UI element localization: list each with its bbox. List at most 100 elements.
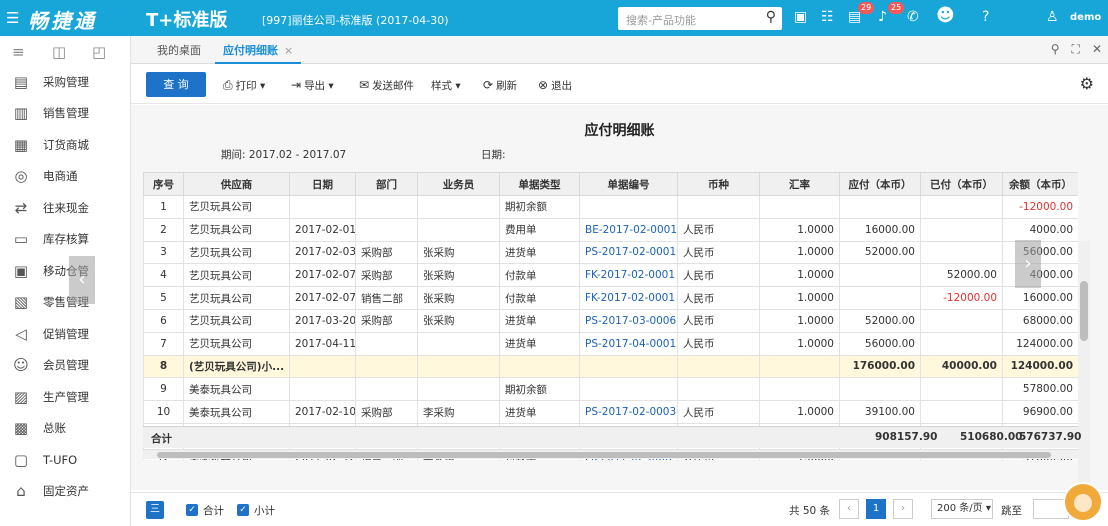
sidebar-item[interactable]: ▨ 生产管理 xyxy=(0,381,130,413)
exit-button[interactable]: ⊗ 退出 xyxy=(538,78,572,93)
table-cell: 期初余额 xyxy=(499,195,580,219)
prev-page-button[interactable]: ‹ xyxy=(839,499,859,519)
search-icon[interactable]: ⚲ xyxy=(1051,42,1060,56)
sidebar-item[interactable]: ◁ 促销管理 xyxy=(0,318,130,350)
table-cell: 人民币 xyxy=(677,331,760,356)
calculator-icon[interactable]: ▣ xyxy=(794,9,807,25)
table-cell: 进货单 xyxy=(499,240,580,265)
style-button[interactable]: 样式 ▾ xyxy=(431,78,461,93)
page-size-select[interactable]: 200 条/页 ▾ xyxy=(931,499,993,519)
table-cell xyxy=(579,377,678,402)
tab-desktop[interactable]: 我的桌面 xyxy=(149,36,209,64)
column-header[interactable]: 序号 xyxy=(143,172,184,196)
column-header[interactable]: 单据类型 xyxy=(499,172,580,196)
send-mail-button[interactable]: ✉ 发送邮件 xyxy=(359,78,414,93)
phone-icon[interactable]: ✆ xyxy=(907,9,919,25)
table-cell: 176000.00 xyxy=(839,354,921,379)
print-button[interactable]: ⎙ 打印 ▾ xyxy=(223,78,265,93)
table-row[interactable]: 8 (艺贝玩具公司)小... 176000.00 40000.00 124000.00 xyxy=(143,354,1078,379)
table-cell: 52000.00 xyxy=(839,308,921,333)
table-cell: 39100.00 xyxy=(839,400,921,424)
sidebar-item[interactable]: ☺ 会员管理 xyxy=(0,350,130,382)
column-header[interactable]: 单据编号 xyxy=(579,172,678,196)
column-header[interactable]: 日期 xyxy=(289,172,356,196)
column-header[interactable]: 供应商 xyxy=(183,172,290,196)
column-header[interactable]: 汇率 xyxy=(759,172,840,196)
table-cell: 人民币 xyxy=(677,217,760,242)
horizontal-scrollbar[interactable] xyxy=(143,449,1078,459)
search-icon[interactable]: ⚲ xyxy=(766,9,776,25)
username[interactable]: demo xyxy=(1070,12,1101,23)
scroll-thumb[interactable] xyxy=(1080,281,1088,341)
sidebar-item-label: 固定资产 xyxy=(43,484,89,499)
list-icon[interactable]: ☷ xyxy=(821,9,834,25)
collapse-icon[interactable]: ≡ xyxy=(12,43,25,61)
sidebar-item[interactable]: ▥ 销售管理 xyxy=(0,98,130,130)
mascot-icon[interactable] xyxy=(1063,482,1103,522)
export-button[interactable]: ⇥ 导出 ▾ xyxy=(291,78,334,93)
sidebar-item[interactable]: ▦ 订货商城 xyxy=(0,129,130,161)
table-cell: 40000.00 xyxy=(920,354,1003,379)
sidebar-item[interactable]: ▣ 移动仓管 xyxy=(0,255,130,287)
page-button[interactable]: 1 xyxy=(866,499,886,519)
column-header[interactable]: 应付（本币） xyxy=(839,172,921,196)
hscroll-thumb[interactable] xyxy=(157,452,1051,458)
table-cell: 2017-03-20 xyxy=(289,308,356,333)
column-header[interactable]: 余额（本币） xyxy=(1002,172,1078,196)
sidebar-item[interactable]: ◎ 电商通 xyxy=(0,161,130,193)
ledger-icon: ▩ xyxy=(13,419,29,438)
total-row: 合计 908157.90 510680.00 576737.90 xyxy=(143,426,1081,448)
table-row[interactable]: 6 艺贝玩具公司 2017-03-20 采购部 张采购 进货单 PS-2017-03-000… xyxy=(143,308,1078,333)
subtotal-checkbox[interactable]: ✓ xyxy=(237,504,249,516)
table-row[interactable]: 5 艺贝玩具公司 2017-02-07 销售二部 张采购 付款单 FK-2017-02-00… xyxy=(143,286,1078,310)
search-input[interactable]: 搜索-产品功能 xyxy=(626,12,696,28)
search-menu-icon[interactable]: ◫ xyxy=(52,43,66,61)
table-cell xyxy=(355,331,418,356)
prev-arrow[interactable]: ‹ xyxy=(69,256,95,304)
table-cell: -12000.00 xyxy=(1002,195,1078,219)
help-icon[interactable]: ? xyxy=(982,9,989,25)
table-cell: 52000.00 xyxy=(920,263,1003,288)
next-arrow[interactable]: › xyxy=(1015,240,1041,288)
column-header[interactable]: 已付（本币） xyxy=(920,172,1003,196)
table-row[interactable]: 1 艺贝玩具公司 期初余额 -12000.00 xyxy=(143,195,1078,219)
table-row[interactable]: 7 艺贝玩具公司 2017-04-11 进货单 PS-2017-04-0001 人民币 1.… xyxy=(143,331,1078,356)
table-row[interactable]: 10 美泰玩具公司 2017-02-10 采购部 李采购 进货单 PS-2017-02-00… xyxy=(143,400,1078,424)
table-cell: 艺贝玩具公司 xyxy=(183,263,290,288)
mascot-icon[interactable]: ☻ xyxy=(936,5,955,26)
table-row[interactable]: 2 艺贝玩具公司 2017-02-01 费用单 BE-2017-02-0001 人民币 1.… xyxy=(143,217,1078,242)
table-cell xyxy=(920,400,1003,424)
close-icon[interactable]: × xyxy=(284,44,293,57)
refresh-button[interactable]: ⟳ 刷新 xyxy=(483,78,517,93)
fullscreen-icon[interactable]: ⛶ xyxy=(1072,42,1080,56)
sidebar-item[interactable]: ▭ 库存核算 xyxy=(0,224,130,256)
column-header[interactable]: 部门 xyxy=(355,172,418,196)
table-row[interactable]: 4 艺贝玩具公司 2017-02-07 采购部 张采购 付款单 FK-2017-02-000… xyxy=(143,263,1078,288)
favorite-icon[interactable]: ◰ xyxy=(92,43,106,61)
search-box[interactable]: 搜索-产品功能 ⚲ xyxy=(618,7,782,30)
close-window-icon[interactable]: ✕ xyxy=(1092,42,1102,56)
notification-icon[interactable]: ♪ xyxy=(878,9,887,25)
column-header[interactable]: 业务员 xyxy=(417,172,500,196)
table-row[interactable]: 9 美泰玩具公司 期初余额 57800.00 xyxy=(143,377,1078,402)
query-button[interactable]: 查 询 xyxy=(146,72,206,97)
total-checkbox[interactable]: ✓ xyxy=(186,504,198,516)
user-icon[interactable]: ♙ xyxy=(1046,9,1059,25)
table-cell: 1.0000 xyxy=(759,263,840,288)
menu-icon[interactable]: ☰ xyxy=(6,9,19,27)
table-row[interactable]: 3 艺贝玩具公司 2017-02-03 采购部 张采购 进货单 PS-2017-02-000… xyxy=(143,240,1078,265)
sidebar-item[interactable]: ⌂ 固定资产 xyxy=(0,476,130,508)
main-area: 我的桌面 应付明细账 × ⚲ ⛶ ✕ 查 询 ⎙ 打印 ▾ ⇥ 导出 ▾ ✉ 发送邮件 样式… xyxy=(69,36,1108,526)
sidebar-item[interactable]: ▧ 零售管理 xyxy=(0,287,130,319)
gear-icon[interactable]: ⚙ xyxy=(1080,74,1094,93)
column-settings-icon[interactable]: 三 xyxy=(146,501,164,519)
tab-payable-detail[interactable]: 应付明细账 × xyxy=(215,36,302,64)
sidebar-item[interactable]: ▤ 采购管理 xyxy=(0,66,130,98)
sidebar-item[interactable]: ▩ 总账 xyxy=(0,413,130,445)
column-header[interactable]: 币种 xyxy=(677,172,760,196)
next-page-button[interactable]: › xyxy=(893,499,913,519)
sidebar-item-label: 库存核算 xyxy=(43,232,89,247)
sidebar-item[interactable]: ⇄ 往来现金 xyxy=(0,192,130,224)
sidebar-item[interactable]: ▢ T-UFO xyxy=(0,444,130,476)
export-icon: ⇥ xyxy=(291,78,302,92)
